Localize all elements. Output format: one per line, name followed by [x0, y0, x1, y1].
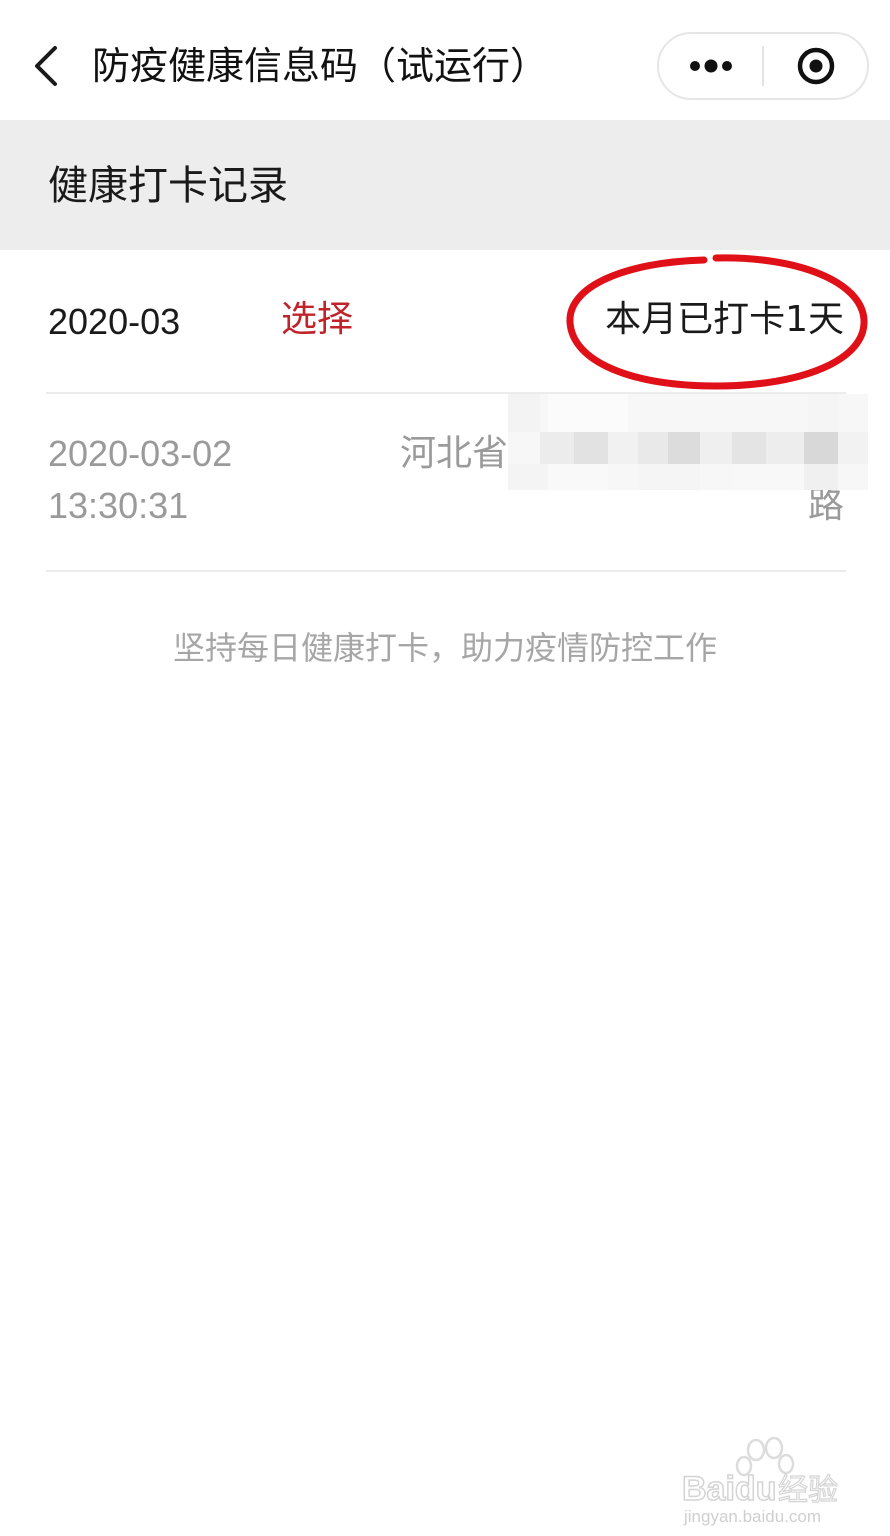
record-row: 2020-03-02 13:30:31 河北省 路: [0, 394, 890, 570]
watermark-brand: Bai: [682, 1470, 735, 1508]
chevron-left-icon: [35, 46, 57, 86]
watermark-url: jingyan.baidu.com: [683, 1507, 821, 1526]
more-button[interactable]: [659, 34, 762, 98]
checkin-count-text: 本月已打卡1天: [605, 299, 844, 340]
record-location-end: 路: [807, 485, 844, 526]
back-button[interactable]: [22, 36, 70, 96]
record-date: 2020-03-02: [48, 433, 233, 474]
select-month-button[interactable]: 选择: [281, 294, 353, 346]
watermark-brand-2: du: [735, 1470, 777, 1508]
target-circle-icon: [797, 47, 834, 85]
privacy-mosaic: [508, 394, 868, 490]
more-dots-icon: [689, 59, 732, 73]
page-title: 防疫健康信息码（试运行）: [92, 44, 549, 88]
row-divider: [46, 570, 846, 572]
record-location-start: 河北省: [400, 433, 509, 474]
navigation-bar: 防疫健康信息码（试运行）: [0, 0, 890, 120]
svg-text:Baidu: Baidu: [682, 1470, 776, 1508]
watermark-label: 经验: [778, 1473, 838, 1508]
footer-hint: 坚持每日健康打卡，助力疫情防控工作: [172, 629, 717, 667]
month-value: 2020-03: [48, 301, 181, 342]
record-time: 13:30:31: [48, 485, 189, 526]
month-row: 2020-03 选择 本月已打卡1天: [0, 250, 890, 392]
mini-program-capsule: [657, 32, 869, 100]
baidu-jingyan-watermark: Baidu 经验 jingyan.baidu.com: [681, 1436, 839, 1526]
close-program-button[interactable]: [764, 34, 867, 98]
section-header: 健康打卡记录: [0, 120, 890, 250]
section-title: 健康打卡记录: [48, 163, 288, 209]
